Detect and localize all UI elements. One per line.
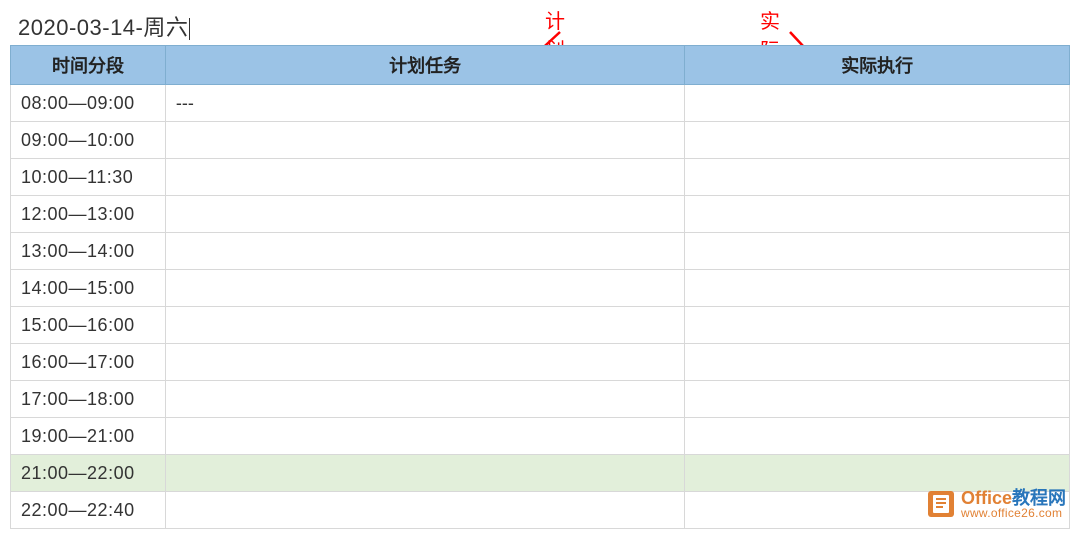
plan-cell[interactable] — [165, 270, 684, 307]
page-title[interactable]: 2020-03-14-周六 — [18, 10, 190, 42]
time-cell[interactable]: 22:00—22:40 — [11, 492, 166, 529]
actual-cell[interactable] — [685, 418, 1070, 455]
watermark-title: Office教程网 — [961, 489, 1066, 507]
actual-cell[interactable] — [685, 270, 1070, 307]
watermark: Office教程网 www.office26.com — [924, 487, 1066, 521]
time-cell[interactable]: 19:00—21:00 — [11, 418, 166, 455]
plan-cell[interactable] — [165, 122, 684, 159]
time-cell[interactable]: 08:00—09:00 — [11, 85, 166, 122]
watermark-title-p2: 教程网 — [1012, 488, 1066, 508]
plan-cell[interactable]: --- — [165, 85, 684, 122]
text-cursor-icon — [189, 18, 190, 40]
table-row: 17:00—18:00 — [11, 381, 1070, 418]
table-row: 19:00—21:00 — [11, 418, 1070, 455]
table-row: 12:00—13:00 — [11, 196, 1070, 233]
plan-cell[interactable] — [165, 196, 684, 233]
actual-cell[interactable] — [685, 159, 1070, 196]
table-row: 14:00—15:00 — [11, 270, 1070, 307]
plan-cell[interactable] — [165, 492, 684, 529]
header-actual: 实际执行 — [685, 46, 1070, 85]
watermark-url: www.office26.com — [961, 507, 1066, 519]
plan-cell[interactable] — [165, 159, 684, 196]
actual-cell[interactable] — [685, 233, 1070, 270]
table-row: 21:00—22:00 — [11, 455, 1070, 492]
schedule-table: 时间分段 计划任务 实际执行 08:00—09:00---09:00—10:00… — [10, 45, 1070, 529]
watermark-title-p1: Office — [961, 488, 1012, 508]
header-time: 时间分段 — [11, 46, 166, 85]
time-cell[interactable]: 16:00—17:00 — [11, 344, 166, 381]
table-row: 13:00—14:00 — [11, 233, 1070, 270]
time-cell[interactable]: 12:00—13:00 — [11, 196, 166, 233]
actual-cell[interactable] — [685, 196, 1070, 233]
actual-cell[interactable] — [685, 381, 1070, 418]
table-row: 16:00—17:00 — [11, 344, 1070, 381]
time-cell[interactable]: 15:00—16:00 — [11, 307, 166, 344]
time-cell[interactable]: 21:00—22:00 — [11, 455, 166, 492]
table-row: 09:00—10:00 — [11, 122, 1070, 159]
table-header-row: 时间分段 计划任务 实际执行 — [11, 46, 1070, 85]
time-cell[interactable]: 14:00—15:00 — [11, 270, 166, 307]
time-cell[interactable]: 13:00—14:00 — [11, 233, 166, 270]
office-logo-icon — [924, 487, 958, 521]
plan-cell[interactable] — [165, 307, 684, 344]
actual-cell[interactable] — [685, 307, 1070, 344]
actual-cell[interactable] — [685, 455, 1070, 492]
time-cell[interactable]: 09:00—10:00 — [11, 122, 166, 159]
plan-cell[interactable] — [165, 233, 684, 270]
title-text: 2020-03-14-周六 — [18, 15, 188, 40]
time-cell[interactable]: 10:00—11:30 — [11, 159, 166, 196]
table-row: 08:00—09:00--- — [11, 85, 1070, 122]
plan-cell[interactable] — [165, 381, 684, 418]
table-row: 10:00—11:30 — [11, 159, 1070, 196]
actual-cell[interactable] — [685, 344, 1070, 381]
time-cell[interactable]: 17:00—18:00 — [11, 381, 166, 418]
actual-cell[interactable] — [685, 122, 1070, 159]
header-plan: 计划任务 — [165, 46, 684, 85]
table-row: 15:00—16:00 — [11, 307, 1070, 344]
table-row: 22:00—22:40 — [11, 492, 1070, 529]
actual-cell[interactable] — [685, 85, 1070, 122]
plan-cell[interactable] — [165, 455, 684, 492]
plan-cell[interactable] — [165, 344, 684, 381]
plan-cell[interactable] — [165, 418, 684, 455]
